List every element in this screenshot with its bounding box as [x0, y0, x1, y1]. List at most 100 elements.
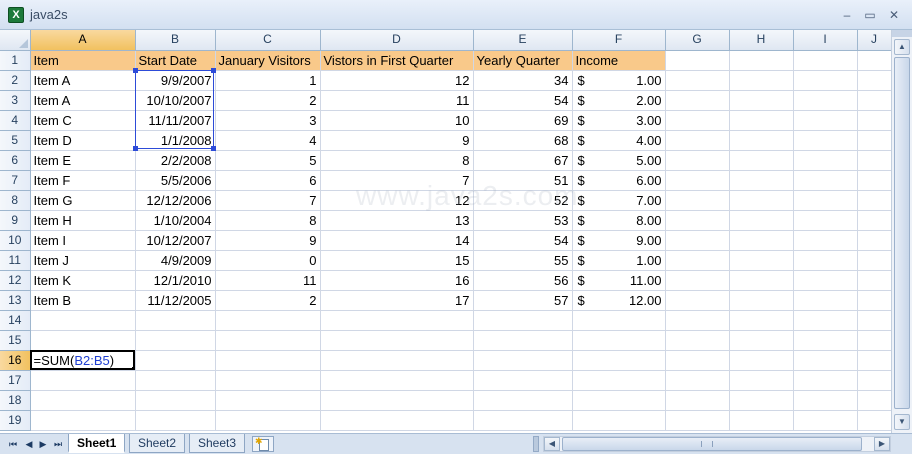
- cell[interactable]: [665, 250, 730, 271]
- first-quarter-cell[interactable]: 12: [320, 70, 474, 91]
- cell[interactable]: [572, 330, 666, 351]
- cell[interactable]: [30, 330, 136, 351]
- scroll-right-icon[interactable]: ▶: [874, 437, 890, 451]
- cell[interactable]: [215, 410, 321, 431]
- cell[interactable]: [30, 370, 136, 391]
- cell[interactable]: [793, 130, 858, 151]
- start-date-cell[interactable]: 10/12/2007: [135, 230, 216, 251]
- cell[interactable]: [729, 270, 794, 291]
- column-header-j[interactable]: J: [857, 30, 892, 51]
- column-header-b[interactable]: B: [135, 30, 216, 51]
- cell[interactable]: [473, 330, 573, 351]
- cell[interactable]: [473, 310, 573, 331]
- item-cell[interactable]: Item I: [30, 230, 136, 251]
- last-sheet-icon[interactable]: ⏭: [51, 437, 65, 451]
- cell[interactable]: [572, 310, 666, 331]
- first-quarter-cell[interactable]: 14: [320, 230, 474, 251]
- start-date-cell[interactable]: 1/1/2008: [135, 130, 216, 151]
- start-date-cell[interactable]: 5/5/2006: [135, 170, 216, 191]
- cell[interactable]: [793, 270, 858, 291]
- cell[interactable]: [665, 70, 730, 91]
- cell[interactable]: [215, 370, 321, 391]
- cell[interactable]: [729, 390, 794, 411]
- row-header-3[interactable]: 3: [0, 90, 31, 111]
- sheet-tab-sheet3[interactable]: Sheet3: [189, 434, 246, 453]
- cell[interactable]: [857, 290, 892, 311]
- cell[interactable]: [793, 310, 858, 331]
- yearly-quarter-cell[interactable]: 55: [473, 250, 573, 271]
- cell[interactable]: [665, 390, 730, 411]
- start-date-cell[interactable]: 12/1/2010: [135, 270, 216, 291]
- row-header-10[interactable]: 10: [0, 230, 31, 251]
- cell[interactable]: [793, 170, 858, 191]
- cell[interactable]: [857, 370, 892, 391]
- select-all-corner[interactable]: [0, 30, 31, 51]
- item-cell[interactable]: Item C: [30, 110, 136, 131]
- income-cell[interactable]: $3.00: [572, 110, 666, 131]
- cell[interactable]: [135, 390, 216, 411]
- item-cell[interactable]: Item E: [30, 150, 136, 171]
- cell[interactable]: [729, 50, 794, 71]
- column-header-c[interactable]: C: [215, 30, 321, 51]
- item-cell[interactable]: Item B: [30, 290, 136, 311]
- cell[interactable]: [857, 390, 892, 411]
- cell[interactable]: [729, 310, 794, 331]
- cell[interactable]: [793, 230, 858, 251]
- yearly-quarter-cell[interactable]: 54: [473, 230, 573, 251]
- cell[interactable]: [135, 350, 216, 371]
- row-header-1[interactable]: 1: [0, 50, 31, 71]
- yearly-quarter-cell[interactable]: 57: [473, 290, 573, 311]
- cell[interactable]: [793, 390, 858, 411]
- horizontal-scrollbar[interactable]: ◀ ▶: [543, 436, 891, 452]
- cell[interactable]: [665, 370, 730, 391]
- header-cell-item[interactable]: Item: [30, 50, 136, 71]
- resize-grip-icon[interactable]: [894, 436, 912, 452]
- cell[interactable]: [793, 370, 858, 391]
- cell[interactable]: [793, 250, 858, 271]
- income-cell[interactable]: $7.00: [572, 190, 666, 211]
- income-cell[interactable]: $2.00: [572, 90, 666, 111]
- cell[interactable]: [665, 130, 730, 151]
- item-cell[interactable]: Item J: [30, 250, 136, 271]
- cell[interactable]: [572, 370, 666, 391]
- cell[interactable]: [857, 110, 892, 131]
- row-header-7[interactable]: 7: [0, 170, 31, 191]
- cell[interactable]: [857, 230, 892, 251]
- start-date-cell[interactable]: 11/11/2007: [135, 110, 216, 131]
- income-cell[interactable]: $9.00: [572, 230, 666, 251]
- cell[interactable]: [215, 330, 321, 351]
- start-date-cell[interactable]: 10/10/2007: [135, 90, 216, 111]
- cell[interactable]: [793, 410, 858, 431]
- cell[interactable]: [729, 290, 794, 311]
- cell[interactable]: [665, 350, 730, 371]
- january-visitors-cell[interactable]: 9: [215, 230, 321, 251]
- scroll-down-icon[interactable]: ▼: [894, 414, 910, 430]
- item-cell[interactable]: Item D: [30, 130, 136, 151]
- cell[interactable]: [665, 150, 730, 171]
- income-cell[interactable]: $1.00: [572, 70, 666, 91]
- cell[interactable]: [215, 310, 321, 331]
- cell[interactable]: [665, 170, 730, 191]
- row-header-18[interactable]: 18: [0, 390, 31, 411]
- yearly-quarter-cell[interactable]: 56: [473, 270, 573, 291]
- cell[interactable]: [320, 390, 474, 411]
- cell[interactable]: [30, 410, 136, 431]
- start-date-cell[interactable]: 1/10/2004: [135, 210, 216, 231]
- january-visitors-cell[interactable]: 6: [215, 170, 321, 191]
- start-date-cell[interactable]: 11/12/2005: [135, 290, 216, 311]
- cell[interactable]: [320, 370, 474, 391]
- cell[interactable]: [729, 210, 794, 231]
- cell[interactable]: [729, 170, 794, 191]
- cell[interactable]: [665, 210, 730, 231]
- cell[interactable]: [729, 370, 794, 391]
- yearly-quarter-cell[interactable]: 68: [473, 130, 573, 151]
- column-header-d[interactable]: D: [320, 30, 474, 51]
- cell[interactable]: [320, 310, 474, 331]
- next-sheet-icon[interactable]: ▶: [36, 437, 50, 451]
- cell[interactable]: [665, 50, 730, 71]
- cell[interactable]: [857, 330, 892, 351]
- first-quarter-cell[interactable]: 10: [320, 110, 474, 131]
- income-cell[interactable]: $4.00: [572, 130, 666, 151]
- cell[interactable]: [320, 330, 474, 351]
- january-visitors-cell[interactable]: 2: [215, 290, 321, 311]
